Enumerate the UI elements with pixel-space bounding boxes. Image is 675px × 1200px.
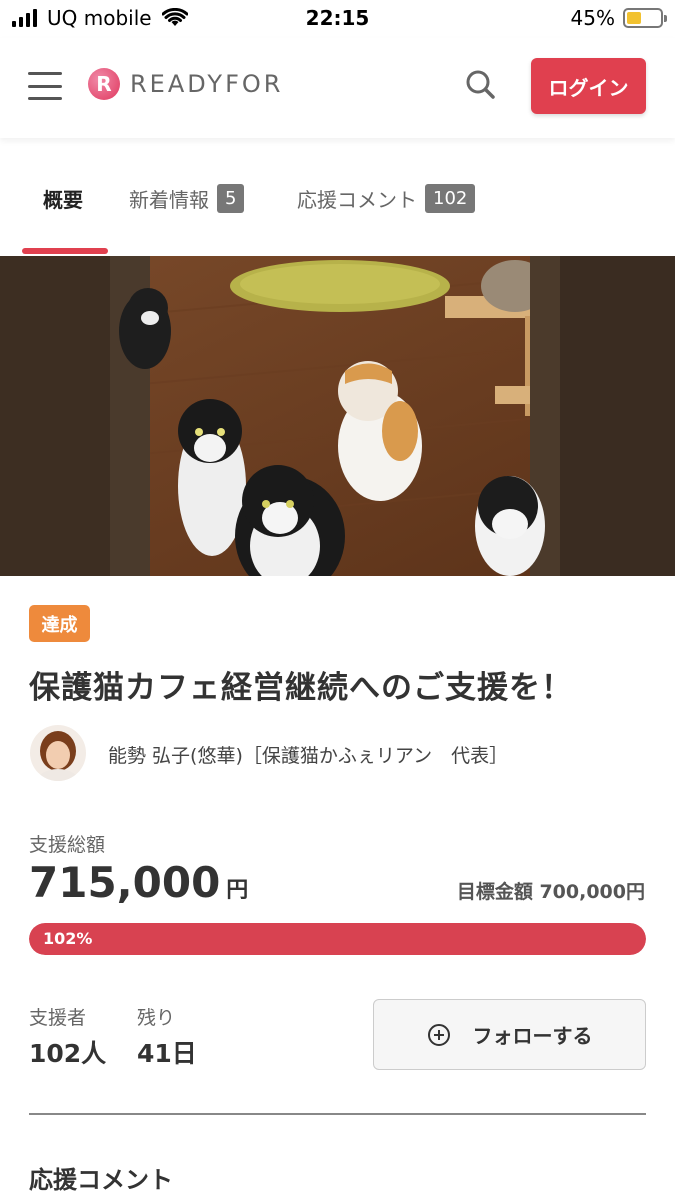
- progress-percent: 102%: [43, 929, 93, 948]
- tab-news[interactable]: 新着情報 5: [129, 184, 245, 213]
- tab-label: 新着情報: [129, 188, 209, 212]
- login-button[interactable]: ログイン: [531, 58, 646, 114]
- search-icon[interactable]: [464, 68, 496, 100]
- follow-button[interactable]: フォローする: [373, 999, 646, 1070]
- plus-circle-icon: [427, 1023, 450, 1046]
- tab-label: 応援コメント: [297, 188, 417, 212]
- total-amount-unit: 円: [226, 878, 249, 903]
- supporters-label: 支援者: [29, 1007, 87, 1029]
- battery-icon: [623, 8, 667, 28]
- project-hero-image: [0, 256, 675, 576]
- target-amount: 目標金額 700,000円: [456, 881, 645, 903]
- readyfor-logo[interactable]: R READYFOR: [88, 68, 283, 100]
- comments-count-badge: 102: [425, 184, 476, 213]
- tab-overview[interactable]: 概要: [43, 184, 83, 213]
- project-tabs: 概要 新着情報 5 応援コメント 102: [0, 138, 675, 256]
- news-count-badge: 5: [217, 184, 245, 213]
- logo-text: READYFOR: [130, 70, 284, 98]
- section-divider: [29, 1113, 646, 1115]
- battery-percent: 45%: [570, 6, 615, 30]
- total-label: 支援総額: [29, 834, 106, 856]
- funding-progress-bar: 102%: [29, 923, 646, 955]
- active-tab-indicator: [22, 248, 108, 254]
- tab-label: 概要: [43, 188, 83, 212]
- site-header: R READYFOR ログイン: [0, 38, 675, 138]
- total-amount: 715,000 円: [29, 858, 248, 907]
- avatar[interactable]: [30, 725, 86, 781]
- tab-comments[interactable]: 応援コメント 102: [297, 184, 476, 213]
- status-badge: 達成: [29, 605, 90, 642]
- remaining-label: 残り: [137, 1007, 176, 1029]
- supporters-value: 102人: [29, 1039, 107, 1068]
- project-title: 保護猫カフェ経営継続へのご支援を！: [29, 670, 573, 706]
- logo-mark: R: [88, 68, 120, 100]
- follow-label: フォローする: [472, 1024, 593, 1048]
- hamburger-icon[interactable]: [28, 72, 62, 100]
- total-amount-value: 715,000: [29, 858, 221, 907]
- project-owner[interactable]: 能勢 弘子(悠華)［保護猫かふぇリアン 代表］: [108, 741, 508, 768]
- status-bar: UQ mobile 22:15 45%: [0, 0, 675, 38]
- remaining-value: 41日: [137, 1039, 197, 1068]
- comments-section-title: 応援コメント: [29, 1166, 173, 1194]
